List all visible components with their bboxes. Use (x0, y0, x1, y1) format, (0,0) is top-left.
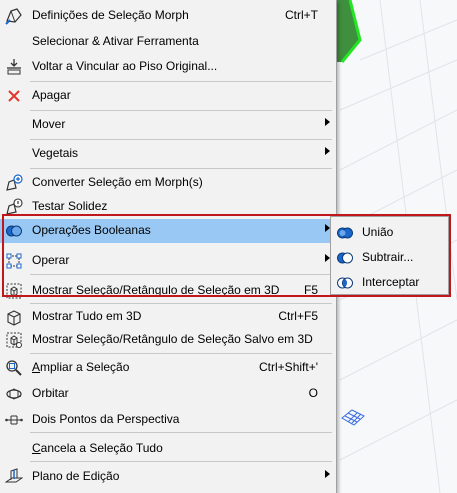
submenu-item-label: Interceptar (362, 275, 420, 289)
menu-separator (30, 274, 332, 275)
menu-item-boolean-operations[interactable]: Operações Booleanas (0, 219, 336, 243)
submenu-item-label: Subtrair... (362, 250, 414, 264)
show-all-3d-icon (4, 307, 24, 327)
morph-settings-icon (4, 6, 24, 26)
menu-item-label: Operar (32, 253, 70, 267)
menu-item-zoom-selection[interactable]: Ampliar a Seleção Ctrl+Shift+' (0, 356, 336, 380)
context-menu: Definições de Seleção Morph Ctrl+T Selec… (0, 0, 337, 493)
menu-item-label: Vegetais (32, 146, 79, 160)
menu-item-convert-to-morph[interactable]: Converter Seleção em Morph(s) (0, 171, 336, 195)
menu-item-shortcut: Ctrl+T (285, 8, 318, 22)
menu-item-select-activate-tool[interactable]: Selecionar & Ativar Ferramenta (0, 30, 336, 54)
operate-icon (4, 251, 24, 271)
menu-item-morph-settings[interactable]: Definições de Seleção Morph Ctrl+T (0, 4, 336, 28)
relink-floor-icon (4, 57, 24, 77)
menu-item-label: Converter Seleção em Morph(s) (32, 175, 203, 189)
test-solidity-icon (4, 197, 24, 217)
show-selection-3d-icon (4, 281, 24, 301)
submenu-item-subtract[interactable]: Subtrair... (331, 246, 448, 270)
two-point-perspective-icon (4, 410, 24, 430)
menu-item-show-saved-selection-3d[interactable]: Mostrar Seleção/Retângulo de Seleção Sal… (0, 328, 336, 352)
menu-separator (30, 303, 332, 304)
menu-item-orbit[interactable]: Orbitar O (0, 382, 336, 406)
menu-item-label: Dois Pontos da Perspectiva (32, 412, 180, 426)
menu-item-shortcut: O (308, 386, 318, 400)
menu-item-label: Selecionar & Ativar Ferramenta (32, 34, 199, 48)
menu-item-label: Plano de Edição (32, 469, 120, 483)
menu-item-show-all-3d[interactable]: Mostrar Tudo em 3D Ctrl+F5 (0, 305, 336, 329)
menu-separator (30, 168, 332, 169)
menu-item-shortcut: F5 (303, 283, 318, 297)
menu-item-shortcut: Ctrl+Shift+' (259, 360, 318, 374)
menu-item-label-rest: ancela a Seleção Tudo (40, 441, 163, 455)
menu-item-vegetation[interactable]: Vegetais (0, 142, 336, 166)
submenu-item-union[interactable]: União (331, 221, 448, 245)
submenu-arrow-icon (325, 470, 330, 478)
menu-item-label: Definições de Seleção Morph (32, 8, 189, 22)
submenu-item-intersect[interactable]: Interceptar (331, 271, 448, 295)
submenu-arrow-icon (325, 147, 330, 155)
menu-item-relink-floor[interactable]: Voltar a Vincular ao Piso Original... (0, 55, 336, 79)
menu-item-label: Testar Solidez (32, 199, 108, 213)
delete-icon (4, 86, 24, 106)
menu-item-two-point-perspective[interactable]: Dois Pontos da Perspectiva (0, 408, 336, 432)
submenu-arrow-icon (325, 118, 330, 126)
menu-separator (30, 432, 332, 433)
menu-item-operate[interactable]: Operar (0, 249, 336, 273)
convert-morph-icon (4, 173, 24, 193)
menu-item-label: Mover (32, 117, 66, 131)
boolean-icon (4, 221, 24, 241)
menu-item-label-rest: mpliar a Seleção (40, 360, 130, 374)
menu-item-deselect-all[interactable]: Cancela a Seleção Tudo (0, 437, 336, 461)
menu-item-label: Mostrar Tudo em 3D (32, 309, 142, 323)
menu-item-test-solidity[interactable]: Testar Solidez (0, 195, 336, 219)
subtract-icon (336, 249, 354, 267)
orbit-icon (4, 384, 24, 404)
menu-separator (30, 110, 332, 111)
menu-separator (30, 139, 332, 140)
intersect-icon (336, 274, 354, 292)
editing-plane-icon (4, 467, 24, 487)
menu-item-label: Mostrar Seleção/Retângulo de Seleção Sal… (32, 332, 313, 346)
union-icon (336, 224, 354, 242)
menu-item-delete[interactable]: Apagar (0, 84, 336, 108)
show-saved-selection-3d-icon (4, 330, 24, 350)
menu-item-label: Mostrar Seleção/Retângulo de Seleção em … (32, 283, 280, 297)
menu-item-show-selection-3d[interactable]: Mostrar Seleção/Retângulo de Seleção em … (0, 279, 336, 303)
zoom-selection-icon (4, 358, 24, 378)
boolean-submenu: União Subtrair... Interceptar (330, 216, 449, 295)
menu-item-label: Cancela a Seleção Tudo (32, 441, 163, 455)
menu-separator (30, 353, 332, 354)
menu-item-label: Orbitar (32, 386, 69, 400)
menu-item-shortcut: Ctrl+F5 (278, 309, 318, 323)
menu-separator (30, 461, 332, 462)
submenu-item-label: União (362, 225, 394, 239)
menu-item-label: Operações Booleanas (32, 223, 151, 237)
menu-separator (30, 81, 332, 82)
menu-item-label: Ampliar a Seleção (32, 360, 130, 374)
menu-item-move[interactable]: Mover (0, 113, 336, 137)
menu-item-label: Apagar (32, 88, 71, 102)
menu-item-label: Voltar a Vincular ao Piso Original... (32, 59, 218, 73)
menu-item-editing-plane[interactable]: Plano de Edição (0, 465, 336, 489)
